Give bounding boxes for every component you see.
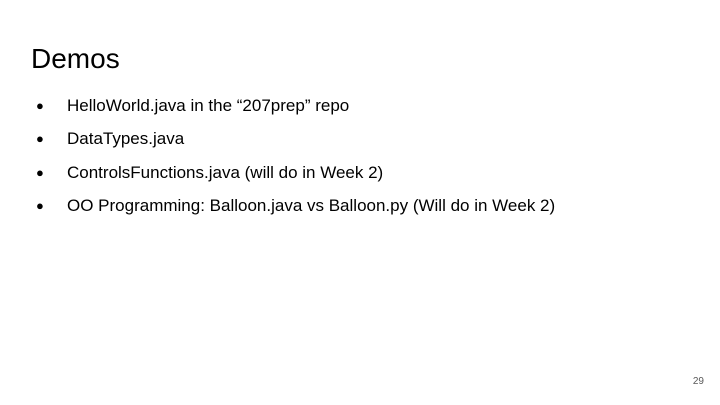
bullet-item: ● OO Programming: Balloon.java vs Balloo…	[36, 195, 555, 217]
bullet-icon: ●	[36, 164, 44, 180]
slide-title: Demos	[31, 43, 120, 74]
bullet-item: ● HelloWorld.java in the “207prep” repo	[36, 95, 555, 117]
bullet-text: OO Programming: Balloon.java vs Balloon.…	[67, 195, 556, 215]
bullet-item: ● DataTypes.java	[36, 128, 555, 150]
bullet-icon: ●	[36, 98, 44, 113]
bullet-text: DataTypes.java	[67, 129, 185, 149]
bullet-item: ● ControlsFunctions.java (will do in Wee…	[36, 162, 555, 184]
page-number: 29	[692, 376, 704, 387]
bullet-text: ControlsFunctions.java (will do in Week …	[67, 162, 384, 182]
bullet-list: ● HelloWorld.java in the “207prep” repo …	[36, 95, 555, 228]
bullet-icon: ●	[36, 197, 44, 213]
slide: Demos ● HelloWorld.java in the “207prep”…	[0, 0, 720, 405]
bullet-icon: ●	[36, 131, 44, 147]
bullet-text: HelloWorld.java in the “207prep” repo	[67, 96, 350, 115]
